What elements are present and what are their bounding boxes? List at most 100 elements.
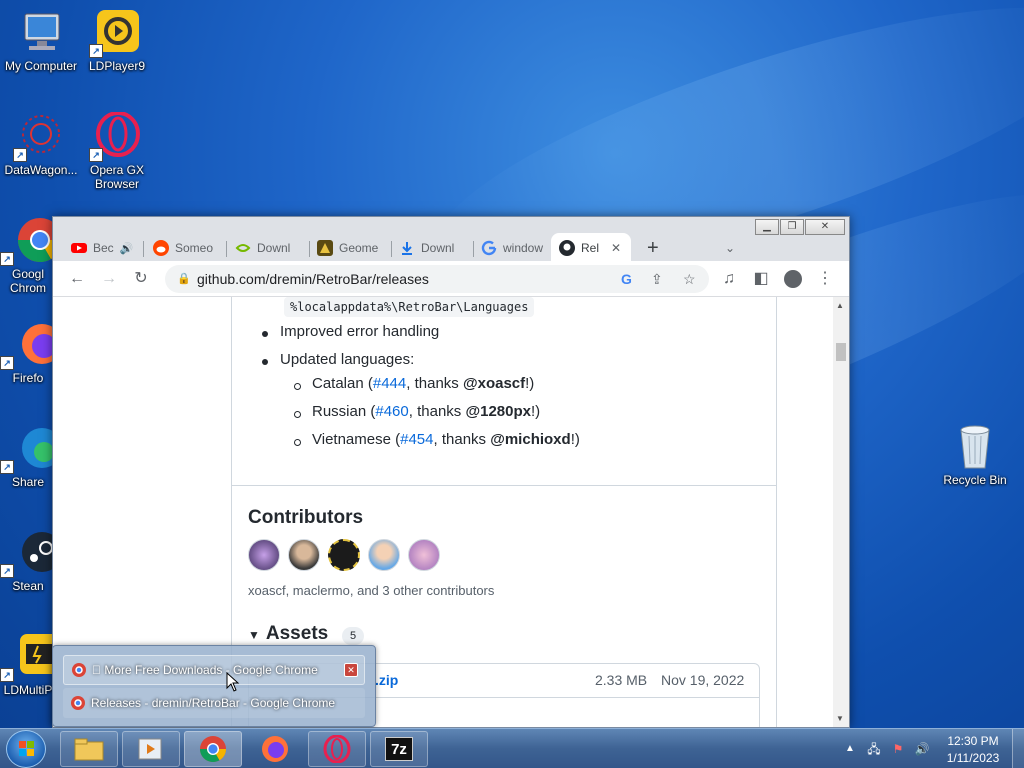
tab-geometry[interactable]: Geome <box>309 233 391 263</box>
contributor-avatar[interactable] <box>288 539 320 571</box>
contributor-avatar[interactable] <box>328 539 360 571</box>
window-list-item[interactable]:   More Free Downloads - Google Chrome ✕ <box>63 655 365 685</box>
shortcut-arrow-icon: ↗ <box>0 252 14 266</box>
section-divider <box>232 485 776 486</box>
shortcut-arrow-icon: ↗ <box>0 460 14 474</box>
tab-nvidia[interactable]: Downl <box>227 233 307 263</box>
desktop-icon-ldplayer9[interactable]: ↗ LDPlayer9 <box>76 8 158 73</box>
language-name: Catalan <box>312 375 364 392</box>
start-button[interactable] <box>6 730 46 768</box>
desktop-icon-firefox[interactable]: ↗ Firefo <box>0 320 62 385</box>
address-bar[interactable]: 🔒 github.com/dremin/RetroBar/releases G … <box>165 265 709 293</box>
tab-search-button[interactable]: ⌄ <box>717 233 747 263</box>
plus-icon: + <box>647 236 659 259</box>
desktop-icon-label: DataWagon... <box>4 163 78 177</box>
forward-button[interactable]: → <box>97 267 121 291</box>
close-icon[interactable]: ✕ <box>344 663 358 677</box>
scrollbar-thumb[interactable] <box>836 343 846 361</box>
github-icon <box>559 240 575 256</box>
issue-link[interactable]: #444 <box>373 375 406 392</box>
desktop-icon-google-chrome[interactable]: ↗ Googl Chrom <box>0 216 62 295</box>
desktop-icon-steam[interactable]: ↗ Stean <box>0 528 62 593</box>
show-hidden-icons-button[interactable]: ▲ <box>842 729 858 768</box>
assets-toggle[interactable]: ▼ Assets <box>248 623 328 645</box>
contributors-summary: xoascf, maclermo, and 3 other contributo… <box>248 583 495 598</box>
asset-size: 2.33 MB <box>595 672 648 688</box>
opera-gx-icon: ↗ <box>89 111 141 162</box>
network-icon[interactable]: 🖧 <box>864 729 884 768</box>
desktop-icon-datawagon[interactable]: ↗ DataWagon... <box>0 112 82 177</box>
chevron-down-icon: ⌄ <box>725 241 736 255</box>
desktop-icon-my-computer[interactable]: My Computer <box>0 8 82 73</box>
clock-time: 12:30 PM <box>947 734 999 748</box>
asset-link[interactable]: .zip <box>375 672 398 688</box>
google-lens-icon[interactable]: G <box>621 265 632 293</box>
desktop-icon-ldmultiplayer[interactable]: ↗ LDMultiP <box>0 632 60 697</box>
kebab-menu-icon: ⋮ <box>817 270 833 287</box>
taskbar-explorer[interactable] <box>60 731 118 767</box>
tab-github-releases[interactable]: Rel ✕ <box>551 233 631 263</box>
browser-toolbar: ← → ↻ 🔒 github.com/dremin/RetroBar/relea… <box>53 261 849 297</box>
user-mention[interactable]: @xoascf <box>463 375 525 392</box>
window-title:   More Free Downloads - Google Chrome <box>92 663 318 677</box>
page-scrollbar[interactable]: ▲ ▼ <box>833 297 849 727</box>
user-mention[interactable]: @michioxd <box>490 431 570 448</box>
tab-close-icon[interactable]: ✕ <box>611 241 621 255</box>
tab-reddit[interactable]: Someo <box>145 233 225 263</box>
tab-label: Bec <box>93 241 114 255</box>
game-icon <box>317 240 333 256</box>
shortcut-arrow-icon: ↗ <box>0 564 14 578</box>
desktop-icon-label: LDMultiP <box>3 683 53 697</box>
action-center-flag-icon[interactable]: ⚑ <box>888 729 908 768</box>
contributor-avatar[interactable] <box>368 539 400 571</box>
reload-button[interactable]: ↻ <box>129 267 153 291</box>
menu-button[interactable]: ⋮ <box>813 267 837 291</box>
taskbar: 7z ▲ 🖧 ⚑ 🔊 12:30 PM 1/11/2023 <box>0 728 1024 768</box>
edge-icon: ↗ <box>0 424 62 474</box>
tab-label: Someo <box>175 241 214 255</box>
scroll-up-icon[interactable]: ▲ <box>836 301 844 310</box>
triangle-down-icon: ▼ <box>248 628 260 642</box>
url-text: github.com/dremin/RetroBar/releases <box>197 271 429 287</box>
back-button[interactable]: ← <box>65 267 89 291</box>
clock[interactable]: 12:30 PM 1/11/2023 <box>940 729 1006 768</box>
datawagon-icon: ↗ <box>13 112 65 162</box>
firefox-icon: ↗ <box>0 320 62 370</box>
desktop-icon-share[interactable]: ↗ Share <box>0 424 62 489</box>
computer-icon <box>17 8 65 56</box>
desktop-icon-label: My Computer <box>4 59 78 73</box>
taskbar-chrome[interactable] <box>184 731 242 767</box>
new-tab-button[interactable]: + <box>639 233 669 263</box>
taskbar-opera[interactable] <box>308 731 366 767</box>
user-mention[interactable]: @1280px <box>465 403 531 420</box>
taskbar-media-player[interactable] <box>122 731 180 767</box>
desktop-icon-label: Googl Chrom <box>9 267 46 295</box>
side-panel-button[interactable]: ◧ <box>749 267 773 291</box>
issue-link[interactable]: #460 <box>375 403 408 420</box>
firefox-icon <box>262 736 288 762</box>
list-item: Improved error handling <box>280 323 440 340</box>
taskbar-7zip[interactable]: 7z <box>370 731 428 767</box>
media-control-button[interactable]: ♫ <box>717 267 741 291</box>
profile-button[interactable] <box>781 267 805 291</box>
tab-strip: Bec 🔊 Someo Downl Geome Downl window Rel… <box>53 229 849 265</box>
tab-download[interactable]: Downl <box>391 233 471 263</box>
desktop-icon-opera-gx[interactable]: ↗ Opera GX Browser <box>76 111 158 191</box>
language-item: Russian (#460, thanks @1280px!) <box>312 403 541 420</box>
desktop-icon-recycle-bin[interactable]: Recycle Bin <box>934 422 1016 487</box>
chevron-up-icon: ▲ <box>845 743 855 754</box>
issue-link[interactable]: #454 <box>400 431 433 448</box>
tab-google-search[interactable]: window <box>473 233 551 263</box>
share-icon[interactable]: ⇪ <box>651 265 663 293</box>
shortcut-arrow-icon: ↗ <box>89 148 103 162</box>
window-list-item[interactable]: Releases - dremin/RetroBar - Google Chro… <box>63 688 365 718</box>
chrome-icon <box>71 696 85 710</box>
show-desktop-button[interactable] <box>1012 729 1024 768</box>
taskbar-firefox[interactable] <box>246 731 304 767</box>
volume-icon[interactable]: 🔊 <box>912 729 932 768</box>
bookmark-star-icon[interactable]: ☆ <box>683 265 696 293</box>
contributor-avatar[interactable] <box>408 539 440 571</box>
scroll-down-icon[interactable]: ▼ <box>836 714 844 723</box>
tab-youtube[interactable]: Bec 🔊 <box>63 233 141 263</box>
contributor-avatar[interactable] <box>248 539 280 571</box>
